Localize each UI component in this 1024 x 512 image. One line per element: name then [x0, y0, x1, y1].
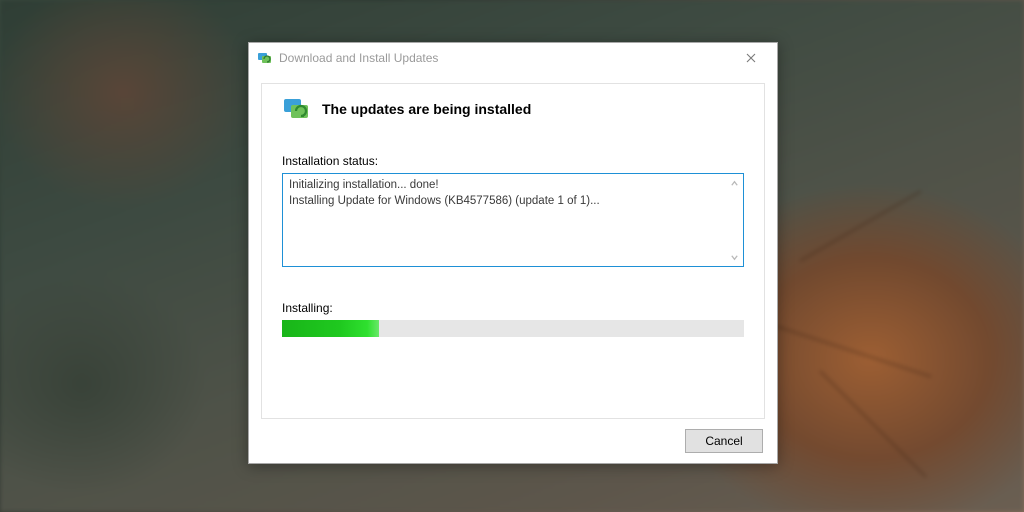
- inner-panel: The updates are being installed Installa…: [261, 83, 765, 419]
- update-dialog: Download and Install Updates The updates…: [248, 42, 778, 464]
- titlebar[interactable]: Download and Install Updates: [249, 43, 777, 73]
- cancel-button-label: Cancel: [705, 434, 742, 448]
- status-log-text: Initializing installation... done! Insta…: [287, 178, 739, 209]
- progress-bar: [282, 320, 744, 337]
- scroll-down-button[interactable]: [728, 251, 740, 263]
- status-log-box: Initializing installation... done! Insta…: [282, 173, 744, 267]
- close-icon: [746, 53, 756, 63]
- progress-fill: [282, 320, 379, 337]
- heading-row: The updates are being installed: [282, 94, 744, 124]
- close-button[interactable]: [729, 44, 773, 72]
- window-title: Download and Install Updates: [279, 51, 729, 65]
- chevron-down-icon: [730, 253, 739, 262]
- chevron-up-icon: [730, 179, 739, 188]
- cancel-button[interactable]: Cancel: [685, 429, 763, 453]
- update-icon: [282, 94, 312, 124]
- button-row: Cancel: [261, 419, 765, 455]
- installation-status-label: Installation status:: [282, 154, 744, 168]
- scroll-up-button[interactable]: [728, 177, 740, 189]
- dialog-content: The updates are being installed Installa…: [249, 73, 777, 463]
- heading-text: The updates are being installed: [322, 101, 531, 117]
- installing-label: Installing:: [282, 301, 744, 315]
- update-icon: [257, 50, 273, 66]
